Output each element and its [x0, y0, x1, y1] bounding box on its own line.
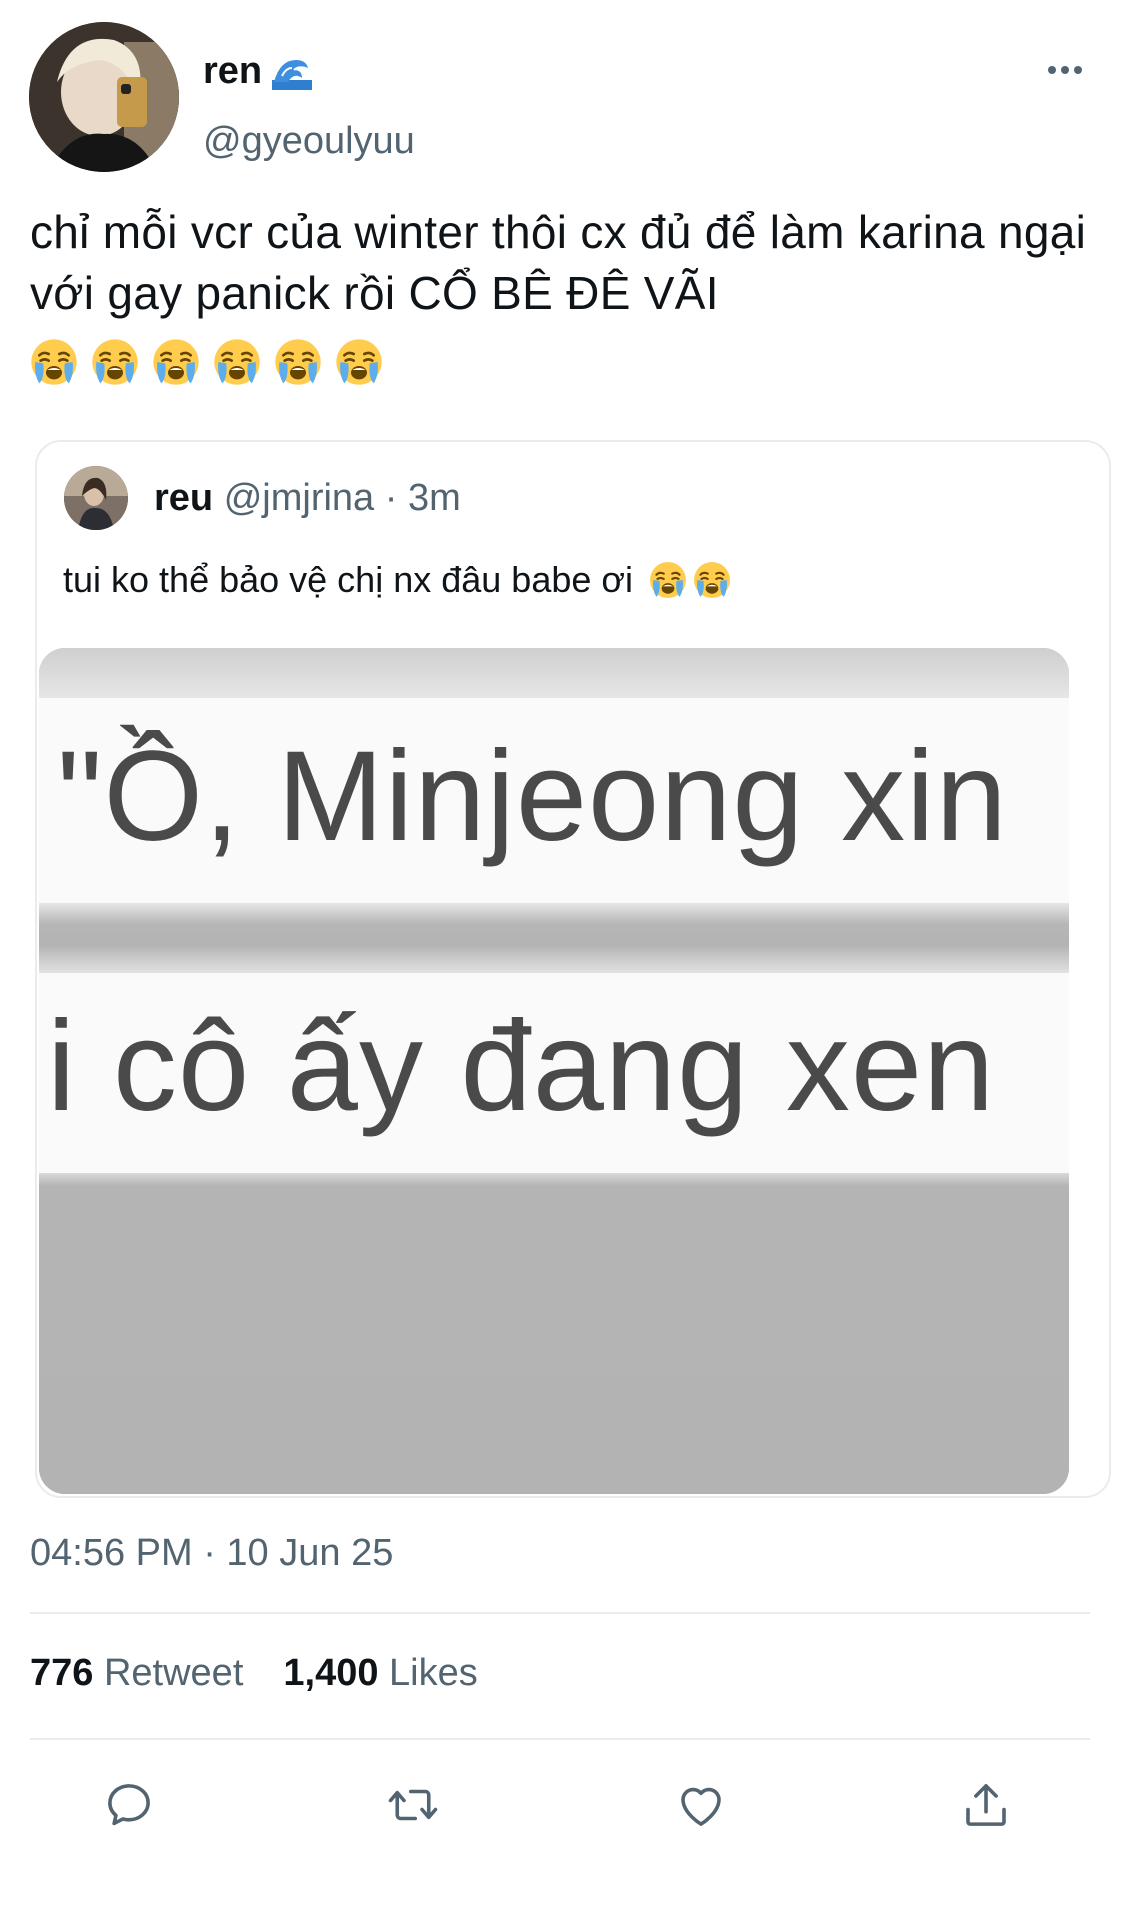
loudly-crying-face-icon — [275, 339, 321, 385]
reply-icon — [108, 1784, 150, 1826]
loudly-crying-face-icon — [214, 339, 260, 385]
media-text-line: "Ồ, Minjeong xin — [57, 725, 1008, 868]
media-text-line: i cô ấy đang xen — [47, 995, 996, 1138]
more-icon — [1048, 66, 1056, 74]
more-options-button[interactable] — [1035, 55, 1095, 85]
quote-text: tui ko thể bảo vệ chị nx đâu babe ơi — [63, 559, 731, 601]
loudly-crying-face-icon — [336, 339, 382, 385]
likes-stat[interactable]: 1,400 Likes — [283, 1652, 477, 1695]
like-button[interactable] — [671, 1775, 731, 1835]
loudly-crying-face-icon — [92, 339, 138, 385]
action-bar — [0, 1775, 1133, 1845]
quote-avatar[interactable] — [64, 466, 128, 530]
loudly-crying-face-icon — [31, 339, 77, 385]
retweets-stat[interactable]: 776 Retweet — [30, 1652, 243, 1695]
media-bottom — [39, 1173, 1069, 1494]
loudly-crying-face-icon — [153, 339, 199, 385]
more-icon-dot — [1061, 66, 1069, 74]
likes-label: Likes — [389, 1652, 478, 1694]
quote-display-name[interactable]: reu — [154, 477, 213, 519]
loudly-crying-face-icon — [694, 562, 730, 598]
quoted-tweet[interactable]: reu @jmjrina · 3m tui ko thể bảo vệ chị … — [35, 440, 1111, 1498]
reply-button[interactable] — [99, 1775, 159, 1835]
quote-header: reu @jmjrina · 3m — [154, 477, 461, 520]
divider — [30, 1612, 1090, 1614]
tweet-timestamp[interactable]: 04:56 PM · 10 Jun 25 — [30, 1532, 393, 1575]
retweets-count: 776 — [30, 1652, 94, 1694]
wave-icon — [272, 54, 313, 90]
like-icon — [681, 1787, 721, 1826]
loudly-crying-face-icon — [650, 562, 686, 598]
quote-time: 3m — [407, 477, 461, 519]
author-name-text: ren — [203, 50, 263, 92]
tweet-stats: 776 Retweet 1,400 Likes — [30, 1652, 478, 1695]
retweets-label: Retweet — [103, 1652, 244, 1694]
quote-media-image[interactable]: "Ồ, Minjeong xin i cô ấy đang xen — [39, 648, 1069, 1494]
quote-text-content: tui ko thể bảo vệ chị nx đâu babe ơi — [63, 559, 633, 600]
quote-handle[interactable]: @jmjrina — [224, 477, 374, 519]
tweet: ren @gyeoulyuu chỉ mỗi vcr của winter th… — [0, 0, 1133, 1920]
author-display-name[interactable]: ren — [203, 50, 313, 93]
tweet-emoji-row — [30, 338, 383, 386]
divider — [30, 1738, 1090, 1740]
quote-separator: · — [384, 477, 398, 519]
media-bar — [39, 903, 1069, 973]
retweet-icon — [388, 1789, 438, 1821]
tweet-text: chỉ mỗi vcr của winter thôi cx đủ để làm… — [30, 206, 1087, 319]
author-avatar[interactable] — [29, 22, 179, 172]
more-icon-dot — [1074, 66, 1082, 74]
media-strip — [39, 648, 1069, 698]
share-icon — [966, 1784, 1006, 1826]
likes-count: 1,400 — [283, 1652, 379, 1694]
retweet-button[interactable] — [383, 1775, 443, 1835]
share-button[interactable] — [956, 1775, 1016, 1835]
author-handle[interactable]: @gyeoulyuu — [203, 120, 415, 163]
quote-emoji-row — [649, 561, 731, 599]
